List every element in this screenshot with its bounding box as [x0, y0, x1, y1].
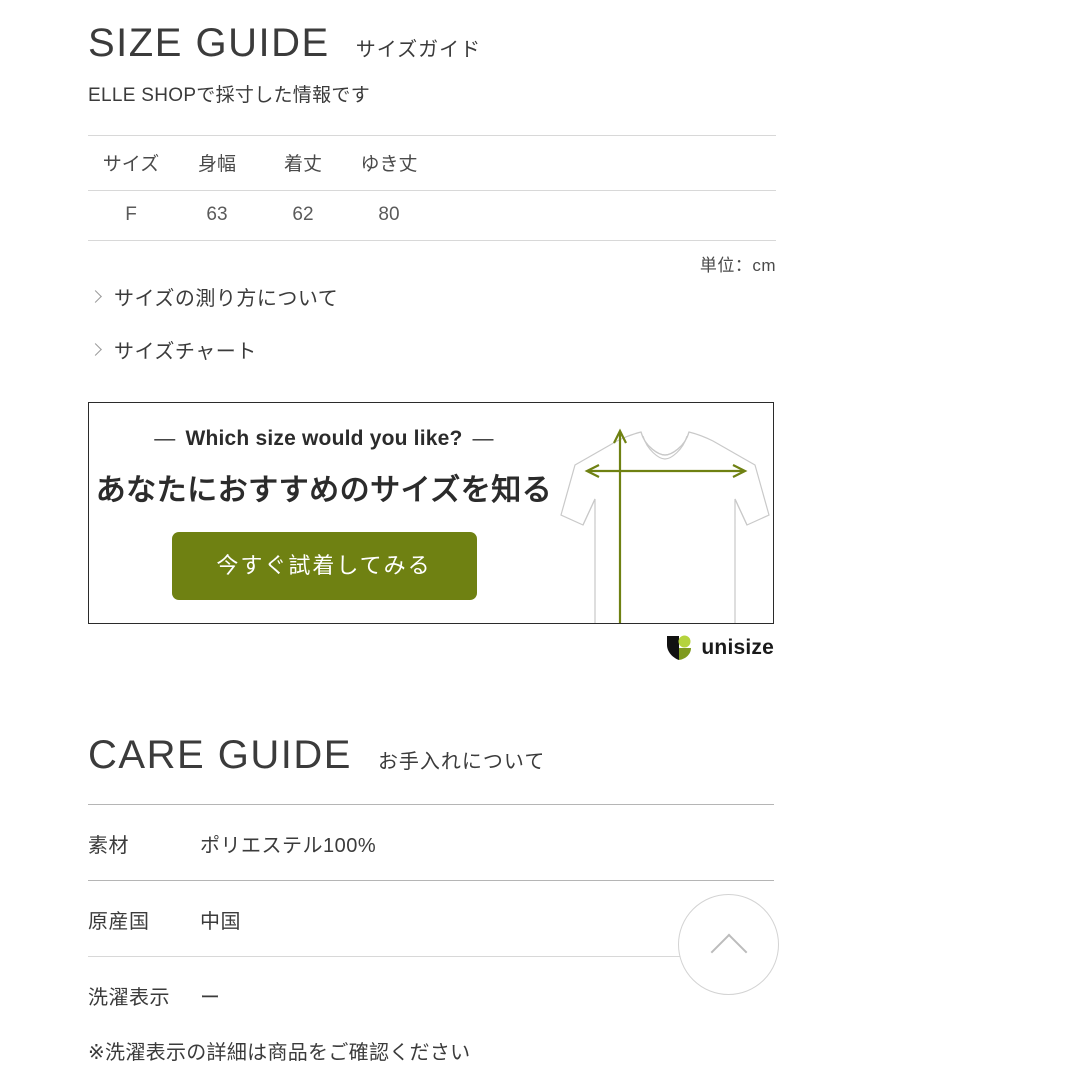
care-row-key: 洗濯表示 [88, 987, 170, 1009]
chevron-right-icon [89, 290, 102, 303]
table-row: F 63 62 80 [88, 190, 776, 241]
size-table-header-row: サイズ 身幅 着丈 ゆき丈 [88, 135, 776, 191]
size-table-cell: 62 [260, 190, 346, 241]
promo-kicker-dash-left: — [154, 427, 176, 450]
link-size-chart-label: サイズチャート [114, 341, 257, 363]
care-guide-heading: CARE GUIDE お手入れについて [88, 734, 776, 776]
size-guide-title-en: SIZE GUIDE [88, 21, 330, 65]
back-to-top-button[interactable] [678, 894, 779, 995]
care-guide-title-jp: お手入れについて [377, 751, 546, 773]
chevron-right-icon [89, 343, 102, 356]
size-guide-title-jp: サイズガイド [355, 39, 482, 61]
unisize-shield-icon [666, 634, 692, 662]
unisize-wordmark: unisize [701, 636, 774, 659]
size-table-header-cell: ゆき丈 [346, 135, 432, 191]
size-table-spacer-cell [432, 190, 776, 241]
size-table-header-cell: 着丈 [260, 135, 346, 191]
size-table-cell: 80 [346, 190, 432, 241]
promo-kicker: — Which size would you like? — [89, 427, 559, 451]
care-guide-title-en: CARE GUIDE [88, 733, 352, 777]
content-column: SIZE GUIDE サイズガイド ELLE SHOPで採寸した情報です サイズ… [88, 0, 776, 1065]
try-on-now-button[interactable]: 今すぐ試着してみる [171, 532, 477, 600]
size-guide-links: サイズの測り方について サイズチャート [88, 270, 776, 376]
promo-kicker-text: Which size would you like? [185, 427, 463, 450]
care-row-washing: 洗濯表示 ー [88, 957, 776, 1032]
chevron-up-icon [710, 933, 747, 970]
unisize-brand-logo: unisize [88, 634, 774, 662]
size-guide-lead: ELLE SHOPで採寸した情報です [88, 85, 371, 106]
link-how-to-measure-label: サイズの測り方について [114, 288, 339, 310]
care-row-value: ー [200, 987, 221, 1009]
size-table-cell: F [88, 190, 174, 241]
care-guide-section: CARE GUIDE お手入れについて 素材 ポリエステル100% 原産国 中国… [88, 734, 776, 1065]
size-table-cell: 63 [174, 190, 260, 241]
link-size-chart[interactable]: サイズチャート [88, 323, 776, 376]
promo-text-block: — Which size would you like? — あなたにおすすめのサイ… [89, 403, 559, 623]
care-row-value: ポリエステル100% [200, 835, 377, 857]
size-and-care-guide-page: SIZE GUIDE サイズガイド ELLE SHOPで採寸した情報です サイズ… [0, 0, 1080, 1080]
care-row-key: 素材 [88, 835, 129, 857]
unisize-promo-banner[interactable]: — Which size would you like? — あなたにおすすめのサイ… [88, 402, 774, 624]
promo-headline: あなたにおすすめのサイズを知る [95, 474, 553, 507]
size-table-header-cell: サイズ [88, 135, 174, 191]
care-row-material: 素材 ポリエステル100% [88, 805, 776, 880]
size-guide-heading: SIZE GUIDE サイズガイド [88, 22, 776, 64]
size-table-header-cell: 身幅 [174, 135, 260, 191]
size-table: サイズ 身幅 着丈 ゆき丈 F 63 62 80 [88, 135, 776, 241]
care-row-origin: 原産国 中国 [88, 881, 776, 956]
promo-kicker-dash-right: — [472, 427, 494, 450]
tshirt-measurement-diagram [557, 403, 773, 623]
care-row-value: 中国 [200, 911, 241, 933]
care-guide-note: ※洗濯表示の詳細は商品をご確認ください [88, 1042, 471, 1064]
link-how-to-measure[interactable]: サイズの測り方について [88, 270, 776, 323]
size-table-spacer-cell [432, 135, 776, 191]
care-row-key: 原産国 [88, 911, 150, 933]
